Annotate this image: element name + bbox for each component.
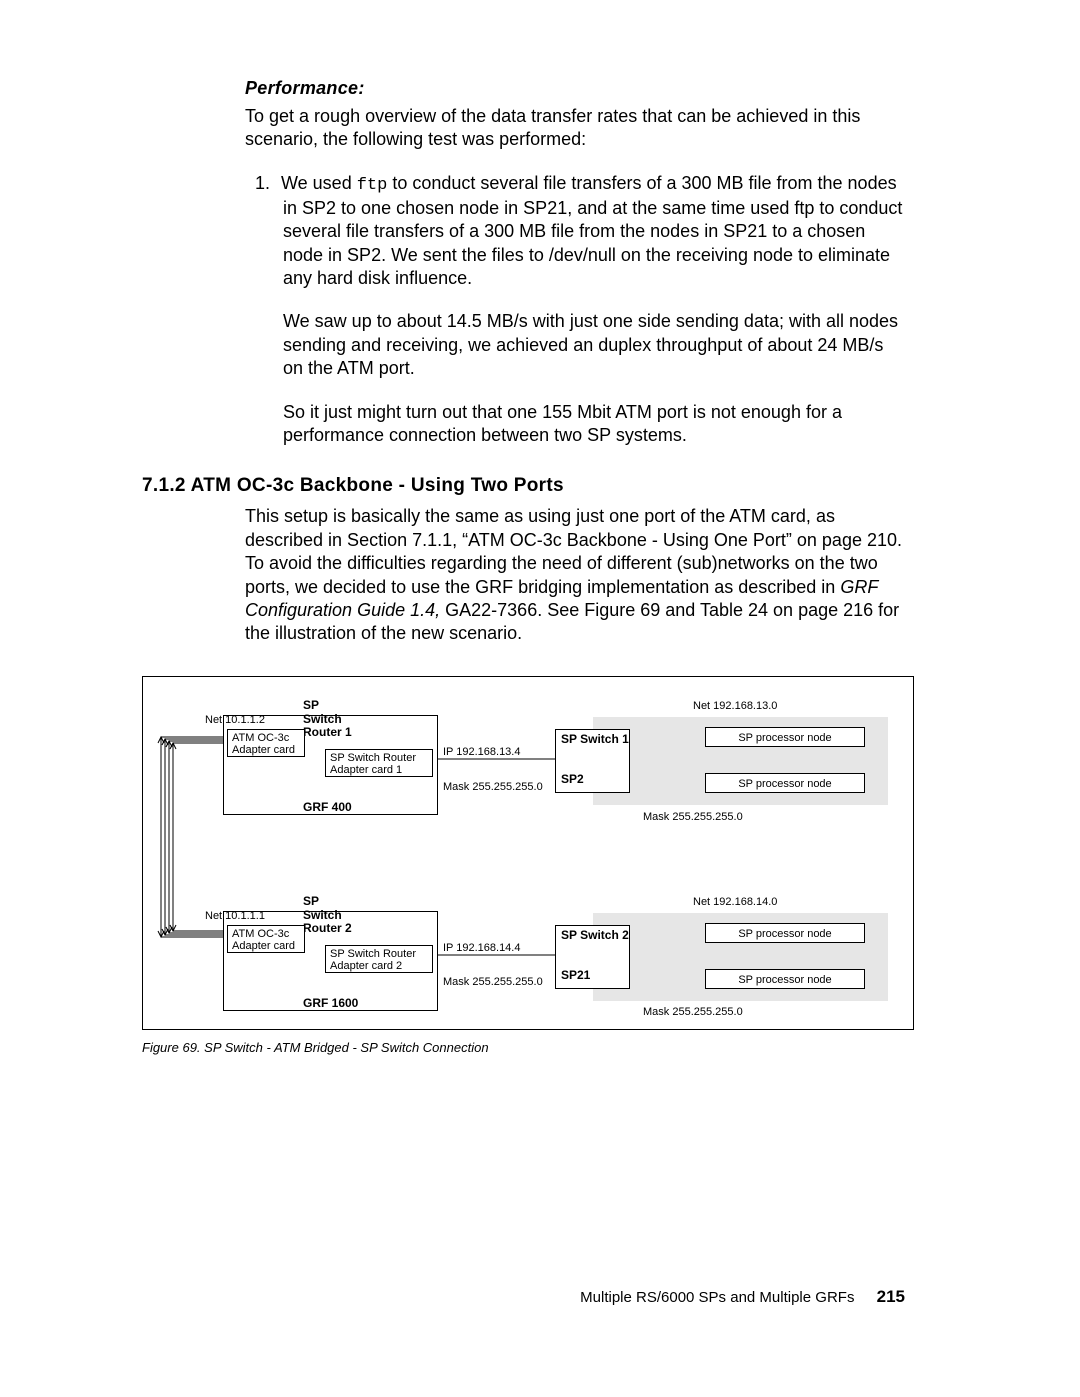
body-column: Performance: To get a rough overview of …	[245, 78, 908, 447]
sp1-mask: Mask 255.255.255.0	[643, 812, 743, 823]
router-1-sp-card: SP Switch Router Adapter card 1	[325, 749, 433, 777]
section-body: This setup is basically the same as usin…	[245, 505, 908, 645]
list-text-a: We used	[281, 173, 357, 193]
router-1-title: SP Switch Router 1	[303, 699, 352, 740]
sp2-node-b: SP processor node	[705, 969, 865, 989]
section-heading: 7.1.2 ATM OC-3c Backbone - Using Two Por…	[142, 475, 908, 497]
router-1-net-left: Net 10.1.1.2	[205, 715, 265, 726]
section-body-column: This setup is basically the same as usin…	[245, 505, 908, 645]
sp2-mask: Mask 255.255.255.0	[643, 1007, 743, 1018]
performance-heading: Performance:	[245, 78, 908, 99]
sp-switch-2-label: SP Switch 2	[561, 929, 629, 943]
page-number: 215	[877, 1287, 905, 1306]
sp-switch-1-label: SP Switch 1	[561, 733, 629, 747]
performance-p3: So it just might turn out that one 155 M…	[283, 401, 908, 448]
list-item-1: 1.We used ftp to conduct several file tr…	[255, 172, 908, 291]
router-1-mask: Mask 255.255.255.0	[443, 782, 543, 793]
figure-69: SP Switch Router 1 GRF 400 ATM OC-3c Ada…	[142, 676, 914, 1030]
page: Performance: To get a rough overview of …	[0, 0, 1080, 1397]
ftp-monospace: ftp	[357, 176, 388, 195]
list-number: 1.	[255, 172, 281, 195]
sp2-node-a: SP processor node	[705, 923, 865, 943]
sp-switch-2-name: SP21	[561, 969, 590, 983]
router-1-ip: IP 192.168.13.4	[443, 747, 520, 758]
router-2-atm-card: ATM OC-3c Adapter card	[227, 925, 305, 953]
router-2-net-left: Net 10.1.1.1	[205, 911, 265, 922]
router-1-device: GRF 400	[303, 801, 352, 815]
footer-section: Multiple RS/6000 SPs and Multiple GRFs	[580, 1289, 854, 1306]
sp2-net: Net 192.168.14.0	[693, 897, 777, 908]
page-footer: Multiple RS/6000 SPs and Multiple GRFs 2…	[0, 1287, 1080, 1307]
router-2-mask: Mask 255.255.255.0	[443, 977, 543, 988]
sp1-node-b: SP processor node	[705, 773, 865, 793]
router-2-title: SP Switch Router 2	[303, 895, 352, 936]
router-2-device: GRF 1600	[303, 997, 358, 1011]
sp-switch-1-name: SP2	[561, 773, 584, 787]
router-1-atm-card: ATM OC-3c Adapter card	[227, 729, 305, 757]
performance-p2: We saw up to about 14.5 MB/s with just o…	[283, 310, 908, 380]
section-body-a: This setup is basically the same as usin…	[245, 506, 902, 596]
sp1-net: Net 192.168.13.0	[693, 701, 777, 712]
figure-caption: Figure 69. SP Switch - ATM Bridged - SP …	[142, 1040, 908, 1055]
router-2-sp-card: SP Switch Router Adapter card 2	[325, 945, 433, 973]
performance-intro: To get a rough overview of the data tran…	[245, 105, 908, 152]
router-2-ip: IP 192.168.14.4	[443, 943, 520, 954]
sp1-node-a: SP processor node	[705, 727, 865, 747]
